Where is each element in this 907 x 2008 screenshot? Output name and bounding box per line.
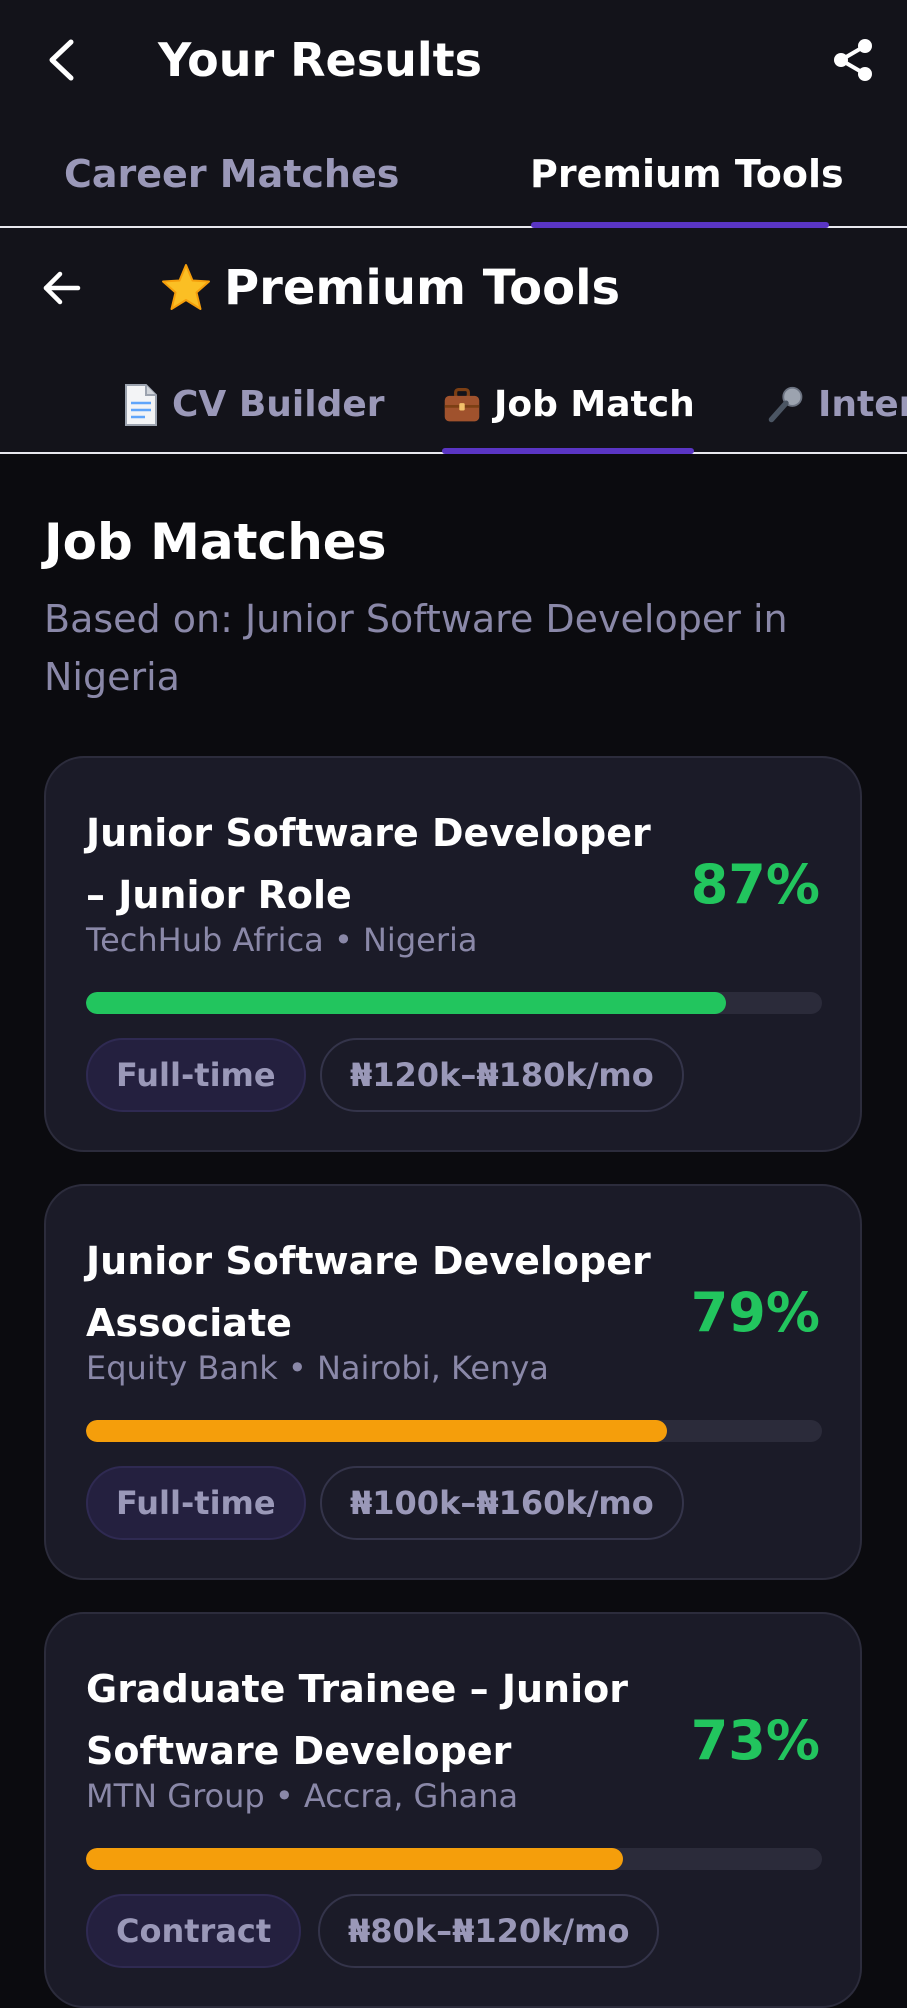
main-tab-bar: Career Matches Premium Tools — [0, 120, 907, 228]
job-matches-title: Job Matches — [44, 513, 387, 571]
job-company: MTN Group • Accra, Ghana — [86, 1777, 519, 1815]
salary-chip: ₦80k–₦120k/mo — [318, 1894, 660, 1968]
premium-tools-header: Premium Tools CV Builder Job Match Inter — [0, 228, 907, 454]
share-button[interactable] — [827, 34, 879, 86]
page-title: Your Results — [158, 33, 483, 87]
microphone-icon — [768, 386, 803, 423]
match-progress-track — [86, 992, 822, 1014]
job-company: Equity Bank • Nairobi, Kenya — [86, 1349, 549, 1387]
tool-tab-indicator — [442, 448, 694, 454]
tab-job-match-label: Job Match — [494, 384, 695, 425]
tab-cv-builder-label: CV Builder — [172, 384, 385, 425]
premium-back-button[interactable] — [38, 258, 86, 318]
job-card[interactable]: Junior Software Developer Associate Equi… — [44, 1184, 862, 1580]
job-title: Graduate Trainee – Junior Software Devel… — [86, 1667, 628, 1773]
match-progress-fill — [86, 1848, 624, 1870]
share-icon — [834, 39, 872, 81]
chevron-left-icon — [49, 39, 74, 81]
job-title: Junior Software Developer – Junior Role — [86, 811, 651, 917]
premium-tools-title: Premium Tools — [160, 256, 620, 320]
job-card[interactable]: Junior Software Developer – Junior Role … — [44, 756, 862, 1152]
briefcase-icon — [444, 387, 480, 422]
match-progress-track — [86, 1420, 822, 1442]
job-company: TechHub Africa • Nigeria — [86, 921, 478, 959]
job-type-chip: Contract — [86, 1894, 302, 1968]
salary-chip: ₦120k–₦180k/mo — [320, 1038, 684, 1112]
tab-premium-tools[interactable]: Premium Tools — [530, 146, 844, 202]
job-type-chip: Full-time — [86, 1038, 306, 1112]
tab-interview[interactable]: Inter — [766, 380, 907, 430]
match-progress-fill — [86, 992, 727, 1014]
star-icon — [162, 264, 210, 310]
job-matches-subtitle: Based on: Junior Software Developer in N… — [44, 597, 788, 699]
match-progress-track — [86, 1848, 822, 1870]
back-button[interactable] — [38, 30, 84, 90]
tab-job-match[interactable]: Job Match — [442, 380, 695, 430]
match-score: 73% — [690, 1709, 820, 1772]
match-score: 79% — [690, 1281, 820, 1344]
job-card[interactable]: Graduate Trainee – Junior Software Devel… — [44, 1612, 862, 2008]
document-icon — [125, 384, 157, 426]
match-progress-fill — [86, 1420, 668, 1442]
tab-cv-builder[interactable]: CV Builder — [120, 380, 385, 430]
salary-chip: ₦100k–₦160k/mo — [320, 1466, 684, 1540]
premium-tools-title-text: Premium Tools — [224, 260, 621, 316]
job-type-chip: Full-time — [86, 1466, 306, 1540]
job-title: Junior Software Developer Associate — [86, 1239, 651, 1345]
match-score: 87% — [690, 853, 820, 916]
tab-career-matches[interactable]: Career Matches — [64, 146, 399, 202]
tab-interview-label: Inter — [818, 384, 907, 425]
top-app-bar: Your Results — [0, 0, 907, 120]
arrow-left-icon — [43, 271, 81, 305]
